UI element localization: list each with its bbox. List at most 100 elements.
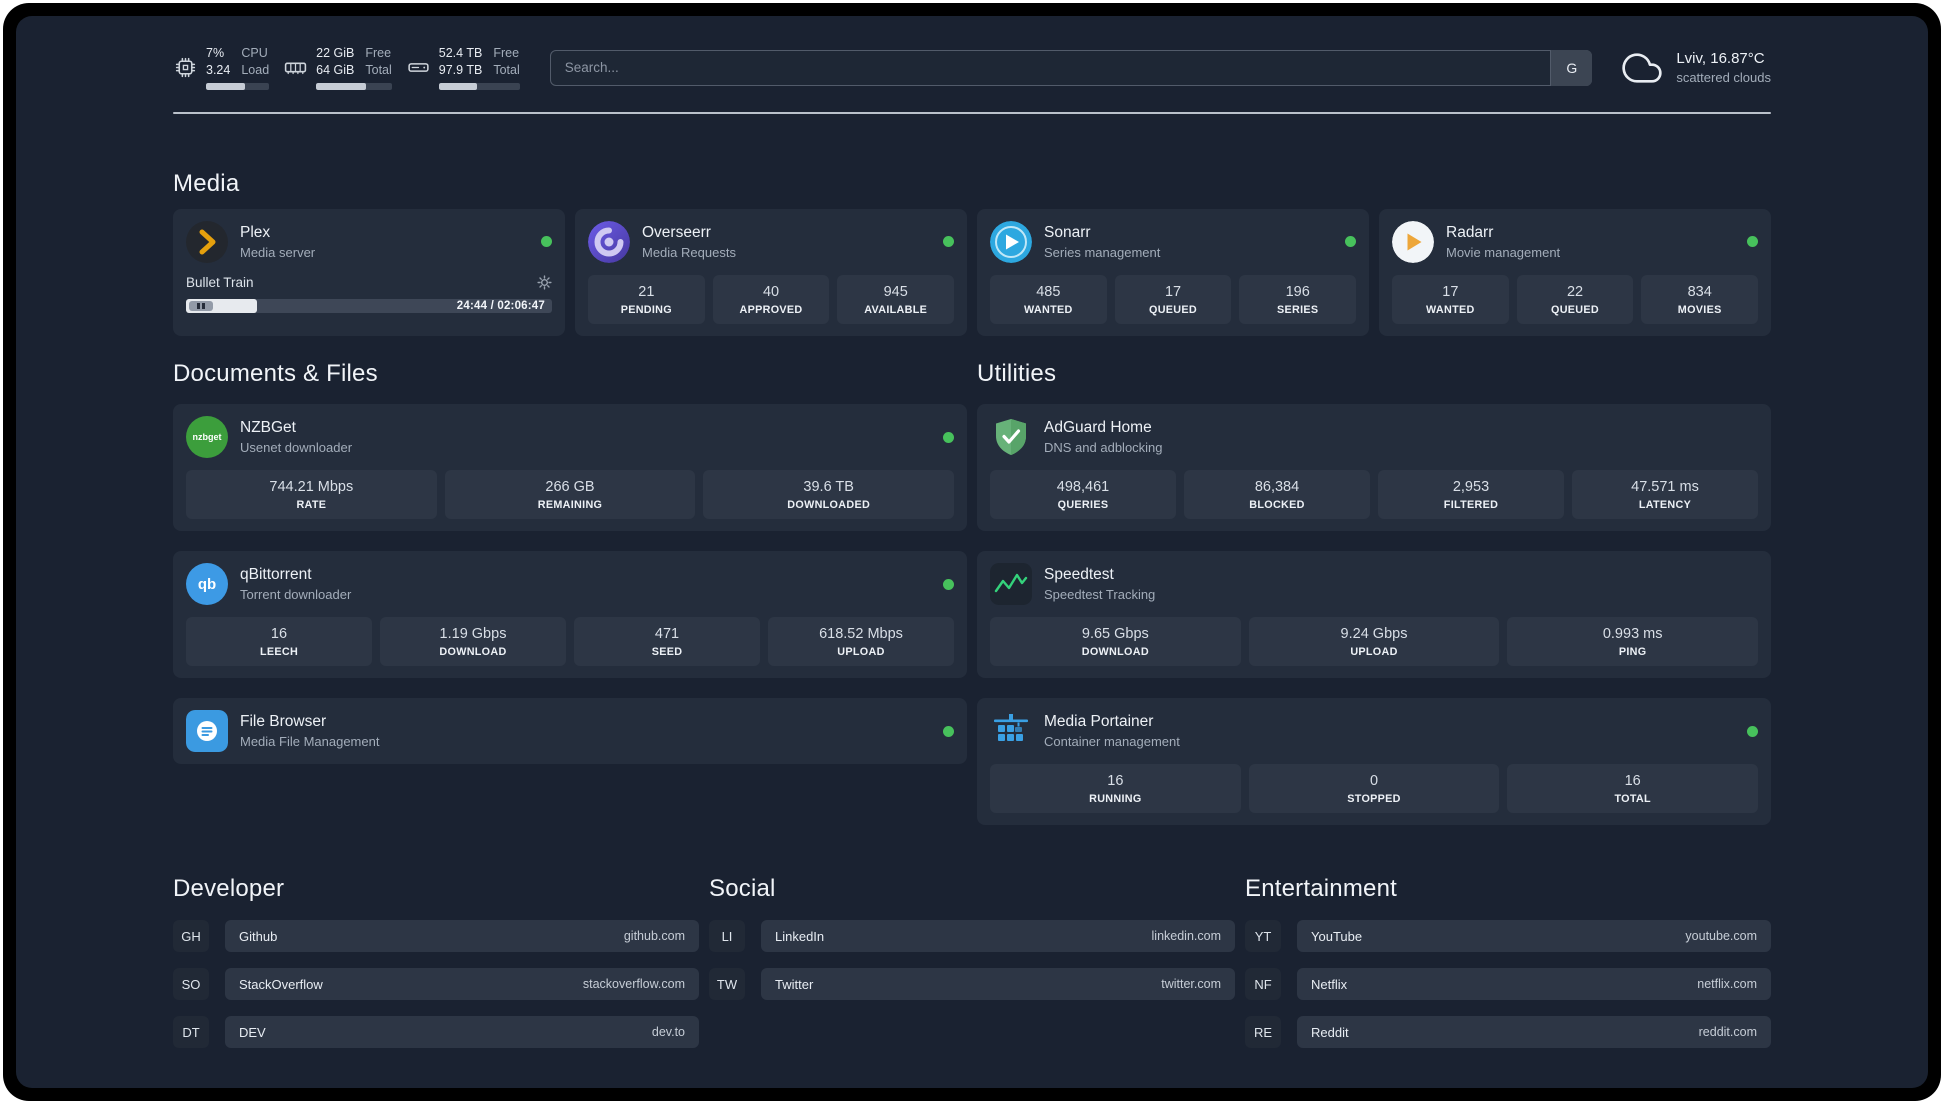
stat-tile: 266 GB REMAINING <box>444 470 696 520</box>
service-subtitle: Media File Management <box>240 734 380 750</box>
service-name: Overseerr <box>642 223 711 241</box>
disk-free-value: 52.4 TB <box>438 46 483 60</box>
service-name: AdGuard Home <box>1044 419 1152 437</box>
search-input[interactable] <box>549 49 1593 86</box>
service-subtitle: Media server <box>240 244 316 260</box>
cpu-bar <box>206 82 270 90</box>
service-card-sonarr[interactable]: Sonarr Series management 485 WANTED 17 Q… <box>977 208 1369 336</box>
cpu-usage-value: 7% <box>206 46 225 60</box>
stat-value: 17 <box>1164 283 1182 300</box>
service-card-plex[interactable]: Plex Media server Bullet Train 24:44 / 0… <box>173 208 565 336</box>
plex-now-playing: Bullet Train 24:44 / 02:06:47 <box>186 275 552 313</box>
ram-free-label: Free <box>365 46 392 60</box>
ram-free-value: 22 GiB <box>316 46 355 60</box>
stat-tile: 39.6 TB DOWNLOADED <box>703 470 955 520</box>
section-title-developer: Developer <box>173 875 285 903</box>
stat-value: 485 <box>1036 283 1061 300</box>
stat-value: 9.24 Gbps <box>1340 626 1408 643</box>
bookmark-abbr: GH <box>173 920 209 953</box>
disk-monitor: 52.4 TB 97.9 TB Free Total <box>406 46 520 90</box>
service-name: Sonarr <box>1044 223 1091 241</box>
pause-button[interactable] <box>189 300 213 311</box>
stat-label: PING <box>1618 646 1647 659</box>
status-dot <box>943 578 954 590</box>
plex-icon <box>186 220 228 263</box>
status-dot <box>943 725 954 737</box>
bookmark-link-stackoverflow[interactable]: StackOverflow stackoverflow.com <box>225 968 699 1001</box>
stat-tile: 485 WANTED <box>990 274 1107 324</box>
utilities-column: Utilities AdGuard Home DNS and adblockin… <box>977 336 1771 826</box>
bookmark-link-youtube[interactable]: YouTube youtube.com <box>1297 920 1771 953</box>
stat-value: 16 <box>270 626 288 643</box>
search-provider-button[interactable]: G <box>1550 49 1593 86</box>
stat-value: 39.6 TB <box>803 479 854 496</box>
section-title-documents: Documents & Files <box>173 359 378 387</box>
stat-label: UPLOAD <box>1350 646 1398 659</box>
stat-tile: 22 QUEUED <box>1516 274 1634 324</box>
weather-location: Lviv, 16.87°C <box>1676 50 1765 68</box>
stat-label: DOWNLOADED <box>787 499 871 512</box>
service-card-nzbget[interactable]: nzbget NZBGet Usenet downloader 744.21 M… <box>173 404 967 532</box>
stat-value: 834 <box>1687 283 1712 300</box>
bookmark-link-github[interactable]: Github github.com <box>225 920 699 953</box>
stat-value: 498,461 <box>1056 479 1110 496</box>
stat-value: 21 <box>638 283 655 300</box>
service-subtitle: Usenet downloader <box>240 440 353 456</box>
stat-tile: 834 MOVIES <box>1641 274 1759 324</box>
stat-value: 16 <box>1624 773 1641 790</box>
bookmark-item: YT YouTube youtube.com <box>1245 920 1771 953</box>
stat-value: 0 <box>1369 773 1379 790</box>
bookmark-link-twitter[interactable]: Twitter twitter.com <box>761 968 1235 1001</box>
service-name: NZBGet <box>240 419 296 437</box>
stat-tile: 498,461 QUERIES <box>990 470 1176 520</box>
stat-tile: 2,953 FILTERED <box>1378 470 1564 520</box>
stat-value: 86,384 <box>1254 479 1300 496</box>
service-card-qbittorrent[interactable]: qb qBittorrent Torrent downloader 16 LEE… <box>173 551 967 679</box>
disk-total-value: 97.9 TB <box>438 63 483 78</box>
service-name: Speedtest <box>1044 566 1114 584</box>
service-card-radarr[interactable]: Radarr Movie management 17 WANTED 22 QUE… <box>1379 208 1771 336</box>
gear-icon[interactable] <box>537 274 552 290</box>
stat-value: 618.52 Mbps <box>819 626 903 643</box>
bookmark-item: RE Reddit reddit.com <box>1245 1016 1771 1049</box>
service-card-adguard[interactable]: AdGuard Home DNS and adblocking 498,461 … <box>977 404 1771 532</box>
sonarr-icon <box>990 220 1032 263</box>
service-card-overseerr[interactable]: Overseerr Media Requests 21 PENDING 40 A… <box>575 208 967 336</box>
stat-label: TOTAL <box>1614 793 1651 806</box>
service-subtitle: Torrent downloader <box>240 587 352 603</box>
header-divider <box>173 111 1771 114</box>
stat-tile: 16 TOTAL <box>1507 764 1759 814</box>
bookmark-item: DT DEV dev.to <box>173 1016 699 1049</box>
stat-tile: 196 SERIES <box>1239 274 1357 324</box>
service-card-speedtest[interactable]: Speedtest Speedtest Tracking 9.65 Gbps D… <box>977 551 1771 679</box>
stat-tile: 618.52 Mbps UPLOAD <box>768 617 954 667</box>
service-card-filebrowser[interactable]: File Browser Media File Management <box>173 698 967 765</box>
stat-label: LEECH <box>259 646 299 659</box>
ram-icon <box>283 55 308 80</box>
stat-label: RATE <box>296 499 327 512</box>
bookmark-link-dev[interactable]: DEV dev.to <box>225 1016 699 1049</box>
service-name: Media Portainer <box>1044 713 1154 731</box>
service-card-portainer[interactable]: Media Portainer Container management 16 … <box>977 698 1771 826</box>
playback-progress-bar[interactable]: 24:44 / 02:06:47 <box>186 298 552 313</box>
stat-label: QUEUED <box>1551 303 1599 316</box>
stat-tile: 86,384 BLOCKED <box>1184 470 1370 520</box>
bookmark-link-reddit[interactable]: Reddit reddit.com <box>1297 1016 1771 1049</box>
stat-value: 22 <box>1566 283 1584 300</box>
radarr-icon <box>1392 220 1434 263</box>
stat-label: AVAILABLE <box>864 303 928 316</box>
stat-tile: 17 WANTED <box>1392 274 1509 324</box>
window-frame: 7% 3.24 CPU Load 22 GiB 64 GiB Free Tota… <box>3 3 1941 1101</box>
stat-value: 17 <box>1442 283 1459 300</box>
service-subtitle: Movie management <box>1446 244 1561 260</box>
bookmark-group-social: Social LI LinkedIn linkedin.com TW Twitt… <box>709 875 1235 1048</box>
stat-label: QUEUED <box>1149 303 1197 316</box>
bookmark-link-netflix[interactable]: Netflix netflix.com <box>1297 968 1771 1001</box>
cpu-load-value: 3.24 <box>206 63 231 78</box>
dashboard: 7% 3.24 CPU Load 22 GiB 64 GiB Free Tota… <box>16 16 1928 1088</box>
nzbget-icon: nzbget <box>186 416 228 459</box>
bookmark-link-linkedin[interactable]: LinkedIn linkedin.com <box>761 920 1235 953</box>
bookmark-item: LI LinkedIn linkedin.com <box>709 920 1235 953</box>
qbittorrent-icon: qb <box>186 563 228 606</box>
bookmark-item: GH Github github.com <box>173 920 699 953</box>
